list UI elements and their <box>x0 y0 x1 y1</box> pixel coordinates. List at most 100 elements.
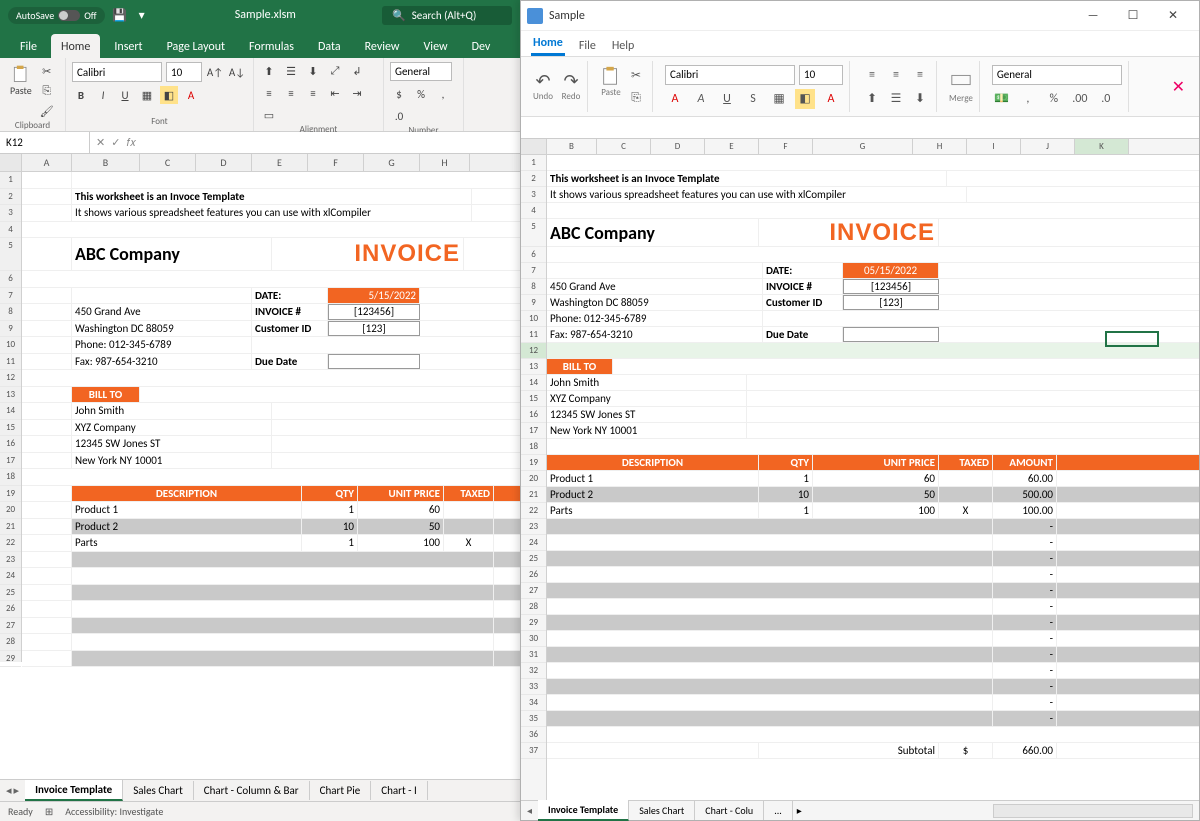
paste-icon[interactable] <box>600 65 622 87</box>
tab-data[interactable]: Data <box>308 34 351 58</box>
currency-icon[interactable]: 💵 <box>992 89 1012 109</box>
tab-file[interactable]: File <box>10 34 47 58</box>
close-button[interactable]: ✕ <box>1153 1 1193 31</box>
tab-formulas[interactable]: Formulas <box>239 34 304 58</box>
currency-icon[interactable]: $ <box>390 85 408 103</box>
col-head-a[interactable]: A <box>22 154 72 171</box>
macro-icon[interactable]: ⊞ <box>45 805 53 818</box>
next-icon[interactable]: ▸ <box>797 804 802 817</box>
tab-insert[interactable]: Insert <box>104 34 152 58</box>
align-mid-icon[interactable]: ☰ <box>886 89 906 109</box>
item-desc[interactable]: Product 2 <box>72 519 302 535</box>
sheet-tab[interactable]: Chart - Column & Bar <box>194 781 310 800</box>
item-desc[interactable]: Parts <box>72 535 302 551</box>
percent-icon[interactable]: % <box>1044 89 1064 109</box>
sheet-tab[interactable]: Invoice Template <box>25 780 123 801</box>
maximize-button[interactable]: ☐ <box>1113 1 1153 31</box>
decimal-inc-icon[interactable]: .0 <box>390 107 408 125</box>
strikethrough-icon[interactable]: S <box>743 89 763 109</box>
italic-button[interactable]: A <box>691 89 711 109</box>
cut-icon[interactable]: ✂ <box>38 62 56 80</box>
paste-button[interactable]: Paste <box>6 62 36 120</box>
col-head-b[interactable]: B <box>72 154 140 171</box>
tab-file[interactable]: File <box>577 35 598 56</box>
font-color-icon[interactable]: A <box>821 89 841 109</box>
underline-button[interactable]: U <box>116 86 134 104</box>
font-size-select[interactable]: 10 <box>166 62 202 82</box>
align-top-icon[interactable]: ⬆ <box>260 62 278 80</box>
font-name-select[interactable]: Calibri <box>72 62 162 82</box>
select-all-corner[interactable] <box>521 139 547 154</box>
align-center-icon[interactable]: ≡ <box>886 65 906 85</box>
tab-pagelayout[interactable]: Page Layout <box>157 34 235 58</box>
borders-icon[interactable]: ▦ <box>769 89 789 109</box>
tab-view[interactable]: View <box>414 34 458 58</box>
italic-button[interactable]: I <box>94 86 112 104</box>
copy-icon[interactable]: ⎘ <box>626 88 646 108</box>
font-size-select[interactable]: 10 <box>799 65 843 85</box>
decrease-font-icon[interactable]: A↓ <box>228 63 246 81</box>
align-right-icon[interactable]: ≡ <box>910 65 930 85</box>
font-name-select[interactable]: Calibri <box>665 65 795 85</box>
decrease-indent-icon[interactable]: ⇤ <box>326 84 344 102</box>
close-ribbon-icon[interactable]: ✕ <box>1172 77 1193 97</box>
orientation-icon[interactable]: ⤢ <box>326 62 344 80</box>
format-painter-icon[interactable]: 🖌 <box>38 102 56 120</box>
merge-icon[interactable]: ▭ <box>260 106 278 124</box>
name-box[interactable]: K12 <box>0 132 90 153</box>
col-head-g[interactable]: G <box>364 154 420 171</box>
horizontal-scrollbar[interactable] <box>993 804 1193 818</box>
align-middle-icon[interactable]: ☰ <box>282 62 300 80</box>
sheet-tab[interactable]: Chart - I <box>371 781 428 800</box>
borders-icon[interactable]: ▦ <box>138 86 156 104</box>
customer-id[interactable]: [123] <box>328 321 420 337</box>
chevron-down-icon[interactable]: ▾ <box>135 8 149 22</box>
col-head-e[interactable]: E <box>252 154 308 171</box>
fill-color-icon[interactable]: ◧ <box>795 89 815 109</box>
number-format-select[interactable]: General <box>992 65 1122 85</box>
increase-font-icon[interactable]: A↑ <box>206 63 224 81</box>
align-top-icon[interactable]: ⬆ <box>862 89 882 109</box>
select-all-corner[interactable] <box>0 154 22 171</box>
sheet-nav-next-icon[interactable]: ▸ <box>14 784 20 797</box>
invoice-num[interactable]: [123456] <box>328 304 420 320</box>
col-head-c[interactable]: C <box>140 154 196 171</box>
wrap-text-icon[interactable]: ↲ <box>348 62 366 80</box>
tab-help[interactable]: Help <box>610 35 637 56</box>
copy-icon[interactable]: ⎘ <box>38 82 56 100</box>
autosave-toggle[interactable]: AutoSave Off <box>8 7 105 24</box>
comma-icon[interactable]: , <box>434 85 452 103</box>
cancel-icon[interactable]: ✕ <box>96 136 105 150</box>
fx-icon[interactable]: 𝑓𝑥 <box>126 136 136 150</box>
sample-formula-bar[interactable] <box>521 117 1199 139</box>
search-box[interactable]: 🔍 Search (Alt+Q) <box>382 6 512 25</box>
accessibility-status[interactable]: Accessibility: Investigate <box>65 805 163 818</box>
sheet-tab[interactable]: Sales Chart <box>123 781 194 800</box>
merge-icon[interactable] <box>950 69 972 91</box>
redo-icon[interactable]: ↷ <box>561 71 581 91</box>
bold-button[interactable]: B <box>72 86 90 104</box>
col-head-d[interactable]: D <box>196 154 252 171</box>
confirm-icon[interactable]: ✓ <box>111 136 120 150</box>
underline-button[interactable]: U <box>717 89 737 109</box>
due-date-input[interactable] <box>328 354 420 370</box>
tab-home[interactable]: Home <box>51 34 100 58</box>
item-desc[interactable]: Product 1 <box>72 502 302 518</box>
selected-cell[interactable] <box>1105 331 1159 347</box>
decimal-inc-icon[interactable]: .00 <box>1070 89 1090 109</box>
tab-home[interactable]: Home <box>531 32 565 56</box>
align-center-icon[interactable]: ≡ <box>282 84 300 102</box>
sheet-tab[interactable]: Chart Pie <box>310 781 372 800</box>
minimize-button[interactable]: — <box>1073 1 1113 31</box>
align-left-icon[interactable]: ≡ <box>862 65 882 85</box>
font-color-icon[interactable]: A <box>182 86 200 104</box>
comma-icon[interactable]: , <box>1018 89 1038 109</box>
save-icon[interactable]: 💾 <box>113 8 127 22</box>
align-bottom-icon[interactable]: ⬇ <box>304 62 322 80</box>
col-head-h[interactable]: H <box>420 154 470 171</box>
col-head-f[interactable]: F <box>308 154 364 171</box>
fill-color-icon[interactable]: ◧ <box>160 86 178 104</box>
prev-icon[interactable]: ◂ <box>527 804 532 817</box>
percent-icon[interactable]: % <box>412 85 430 103</box>
font-color-icon[interactable]: A <box>665 89 685 109</box>
